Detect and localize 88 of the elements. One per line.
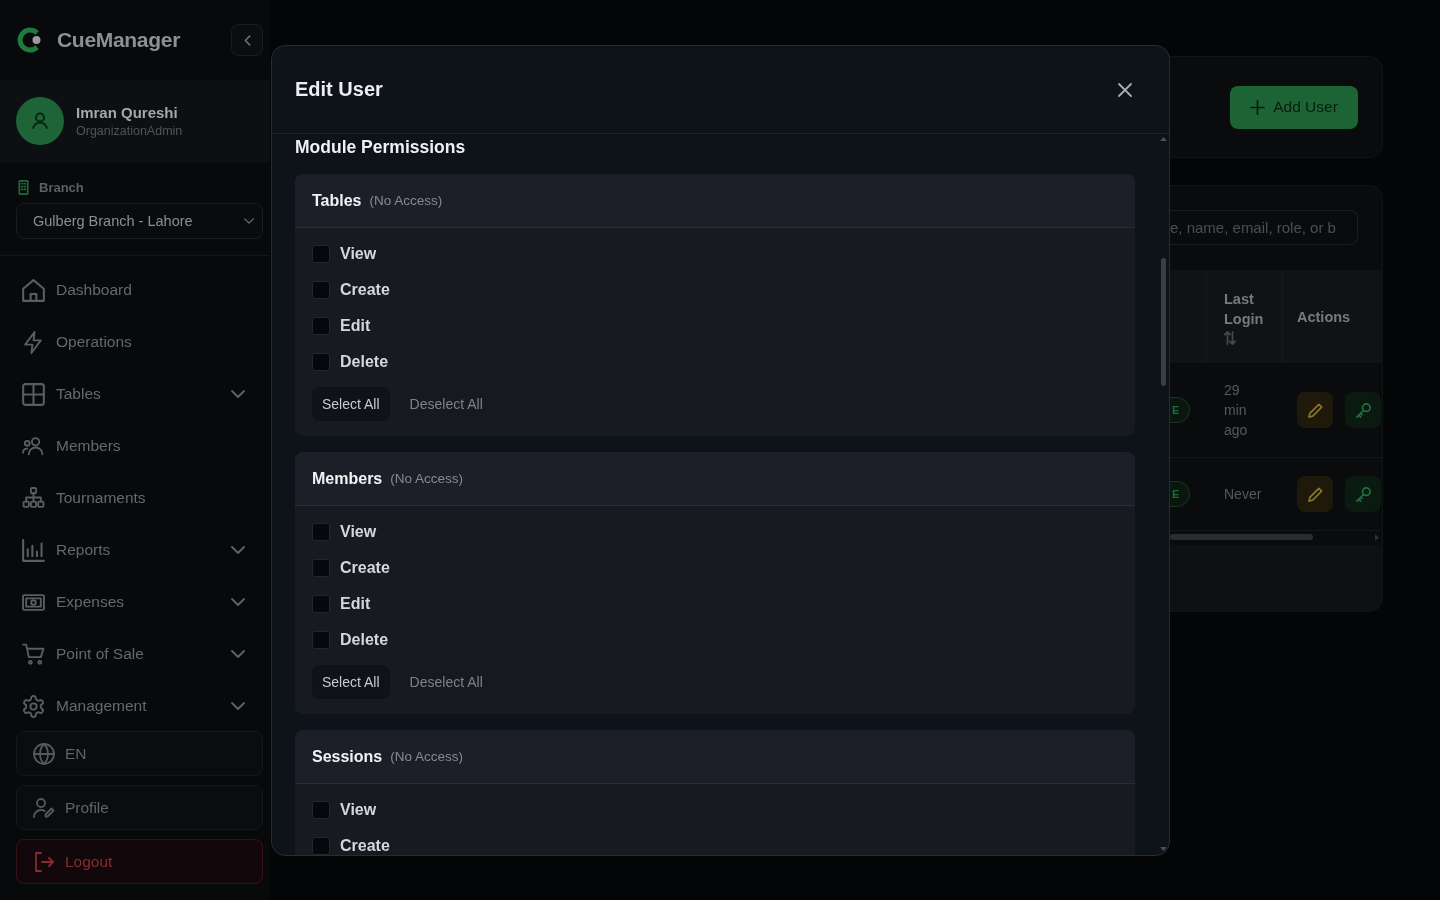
pencil-icon <box>1306 401 1324 419</box>
close-button[interactable] <box>1117 81 1133 98</box>
access-level: (No Access) <box>390 471 464 486</box>
language-button[interactable]: EN <box>16 731 263 776</box>
logout-icon <box>33 850 55 873</box>
scroll-right-arrow-icon[interactable] <box>1375 533 1379 541</box>
module-name: Sessions <box>312 747 383 766</box>
scroll-down-arrow-icon[interactable] <box>1159 847 1167 851</box>
branch-label: Branch <box>39 179 84 195</box>
search-field[interactable]: e, name, email, role, or b <box>1170 210 1358 245</box>
home-icon <box>22 278 45 302</box>
checkbox[interactable] <box>312 559 330 577</box>
permission-label: Create <box>340 559 390 577</box>
gear-icon <box>22 694 45 718</box>
close-icon <box>1117 81 1133 98</box>
nav-item[interactable]: Operations <box>0 316 270 368</box>
key-button[interactable] <box>1345 392 1381 428</box>
module-name: Members <box>312 469 383 488</box>
dialog-title: Edit User <box>295 78 383 101</box>
key-icon <box>1354 401 1372 419</box>
logo-icon <box>17 27 43 53</box>
profile-button[interactable]: Profile <box>16 785 263 830</box>
add-user-button[interactable]: Add User <box>1230 85 1358 129</box>
key-icon <box>1354 485 1372 503</box>
section-title: Module Permissions <box>295 137 467 157</box>
status-badge: E <box>1170 397 1191 423</box>
pencil-icon <box>1306 485 1324 503</box>
collapse-sidebar-button[interactable] <box>231 24 263 56</box>
column-header: Actions <box>1297 307 1351 327</box>
plus-icon <box>1250 99 1266 115</box>
access-level: (No Access) <box>390 749 464 764</box>
users-icon <box>22 434 45 458</box>
checkbox[interactable] <box>312 631 330 649</box>
grid-icon <box>22 382 45 406</box>
edit-button[interactable] <box>1297 392 1333 428</box>
user-edit-icon <box>33 796 55 819</box>
bar-chart-icon <box>22 538 45 562</box>
avatar-icon <box>16 97 64 145</box>
user-name: Imran Qureshi <box>76 104 179 121</box>
select-all-button[interactable]: Select All <box>312 665 390 699</box>
module-name: Tables <box>312 191 362 210</box>
chevron-down-icon <box>244 218 254 224</box>
nav-item[interactable]: Reports <box>0 524 270 576</box>
cart-icon <box>22 642 45 666</box>
permission-label: Create <box>340 837 390 855</box>
brand-name: CueManager <box>57 28 181 52</box>
select-all-button[interactable]: Select All <box>312 387 390 421</box>
nav-item[interactable]: Members <box>0 420 270 472</box>
chevron-left-icon <box>243 34 251 46</box>
horizontal-scrollbar-thumb[interactable] <box>1170 534 1313 540</box>
access-level: (No Access) <box>369 193 443 208</box>
column-header[interactable]: Last Login <box>1224 288 1270 329</box>
checkbox[interactable] <box>312 245 330 263</box>
user-role: OrganizationAdmin <box>76 124 183 138</box>
last-login-time: 29 min ago <box>1224 381 1249 440</box>
checkbox[interactable] <box>312 281 330 299</box>
checkbox[interactable] <box>312 523 330 541</box>
building-icon <box>18 179 29 195</box>
permission-label: Delete <box>340 631 389 649</box>
last-login-time: Never <box>1224 485 1262 504</box>
hierarchy-icon <box>22 486 45 510</box>
nav-item[interactable]: Tables <box>0 368 270 420</box>
globe-icon <box>33 742 55 765</box>
edit-button[interactable] <box>1297 476 1333 512</box>
key-button[interactable] <box>1345 476 1381 512</box>
permission-label: Edit <box>340 595 371 613</box>
permission-label: View <box>340 801 377 819</box>
checkbox[interactable] <box>312 317 330 335</box>
nav-item[interactable]: Dashboard <box>0 264 270 316</box>
lightning-icon <box>22 330 45 354</box>
logout-button[interactable]: Logout <box>16 839 263 884</box>
scroll-up-arrow-icon[interactable] <box>1159 137 1167 141</box>
permission-label: Create <box>340 281 390 299</box>
permission-label: View <box>340 523 377 541</box>
checkbox[interactable] <box>312 801 330 819</box>
nav-item[interactable]: Management <box>0 680 270 732</box>
permission-label: View <box>340 245 377 263</box>
nav-item[interactable]: Expenses <box>0 576 270 628</box>
checkbox[interactable] <box>312 353 330 371</box>
checkbox[interactable] <box>312 837 330 855</box>
nav-item[interactable]: Tournaments <box>0 472 270 524</box>
permission-label: Delete <box>340 353 389 371</box>
status-badge: E <box>1170 481 1191 507</box>
nav-item[interactable]: Point of Sale <box>0 628 270 680</box>
checkbox[interactable] <box>312 595 330 613</box>
scrollbar-thumb[interactable] <box>1160 258 1166 386</box>
permission-label: Edit <box>340 317 371 335</box>
branch-select[interactable]: Gulberg Branch - Lahore <box>16 203 263 239</box>
